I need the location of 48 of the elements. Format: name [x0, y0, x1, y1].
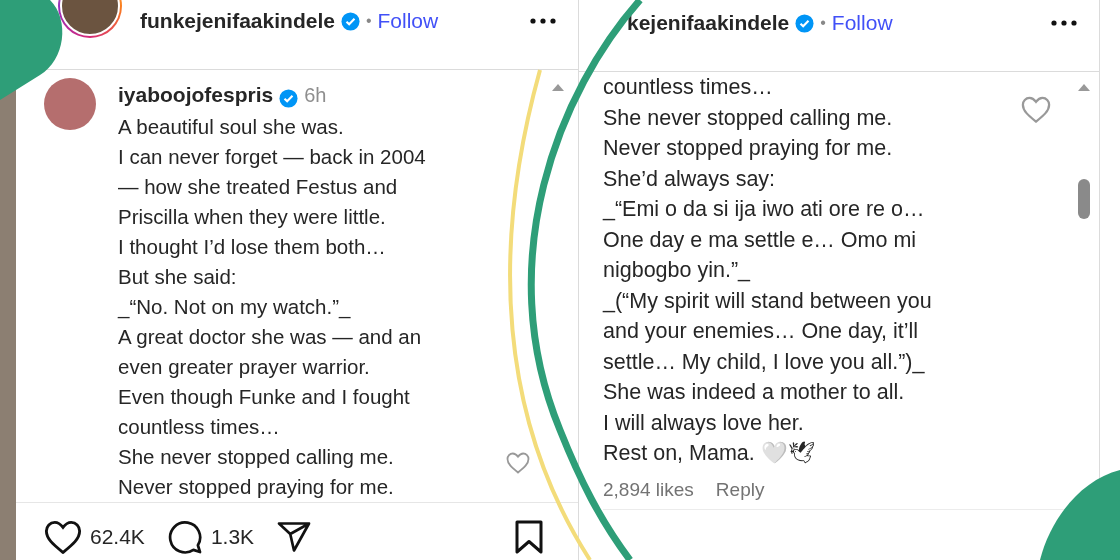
- comment-count: 1.3K: [210, 525, 255, 549]
- scrollbar-thumb[interactable]: [1078, 179, 1090, 219]
- comment-line: Priscilla when they were little.: [118, 204, 386, 230]
- comment-line: _(“My spirit will stand between you: [603, 287, 932, 315]
- comment-likes: 2,894 likes: [603, 478, 694, 501]
- comment-line: _“No. Not on my watch.”_: [118, 294, 351, 321]
- comment-line: But she said:: [118, 264, 237, 290]
- comment-line: One day e ma settle e… Omo mi: [603, 226, 917, 254]
- comment-line: Rest on, Mama. 🤍🕊: [603, 440, 815, 467]
- follow-link[interactable]: Follow: [377, 6, 439, 36]
- scroll-up-icon[interactable]: [1078, 84, 1090, 91]
- comment-line: She’d always say:: [603, 165, 776, 193]
- comment-line: I will always love her.: [603, 409, 804, 437]
- username[interactable]: funkejenifaakindele: [140, 6, 335, 36]
- heart-icon[interactable]: [44, 519, 82, 555]
- separator-dot: •: [365, 11, 372, 31]
- more-options-icon[interactable]: [1051, 20, 1077, 26]
- comment-line: A great doctor she was — and an: [118, 324, 422, 350]
- scroll-up-icon[interactable]: [552, 84, 564, 91]
- comment-time: 6h: [304, 83, 327, 107]
- like-count: 62.4K: [90, 525, 145, 549]
- avatar[interactable]: [44, 78, 96, 130]
- comment-line: and your enemies… One day, it’ll: [603, 318, 919, 345]
- comment-line: She was indeed a mother to all.: [603, 379, 905, 406]
- comment-line: Never stopped praying for me.: [118, 474, 394, 500]
- comment-line: A beautiful soul she was.: [118, 114, 344, 140]
- username[interactable]: iyaboojofespris: [118, 83, 274, 107]
- more-options-icon[interactable]: [530, 18, 556, 24]
- comment-line: Even though Funke and I fought: [118, 384, 410, 410]
- comment-line: She never stopped calling me.: [118, 444, 394, 470]
- comment-line: — how she treated Festus and: [118, 174, 398, 200]
- username[interactable]: kejenifaakindele: [627, 8, 790, 38]
- comment-line: countless times…: [603, 74, 773, 101]
- comment-icon[interactable]: [166, 519, 203, 555]
- comment-line: I thought I’d lose them both…: [118, 234, 386, 260]
- reply-link[interactable]: Reply: [715, 478, 765, 501]
- comment-line: nigbogbo yin.”_: [603, 257, 751, 284]
- comment-line: _“Emi o da si ija iwo ati ore re o…: [603, 196, 925, 223]
- comment-line: She never stopped calling me.: [603, 104, 893, 132]
- follow-link[interactable]: Follow: [831, 8, 893, 38]
- comment-line: Never stopped praying for me.: [603, 135, 893, 162]
- comment-line: countless times…: [118, 414, 280, 440]
- comment-line: even greater prayer warrior.: [118, 354, 370, 380]
- share-icon[interactable]: [276, 519, 313, 555]
- comment-line: settle… My child, I love you all.”)_: [603, 348, 925, 376]
- bookmark-icon[interactable]: [514, 519, 544, 555]
- comment-line: I can never forget — back in 2004: [118, 144, 426, 170]
- separator-dot: •: [820, 13, 826, 33]
